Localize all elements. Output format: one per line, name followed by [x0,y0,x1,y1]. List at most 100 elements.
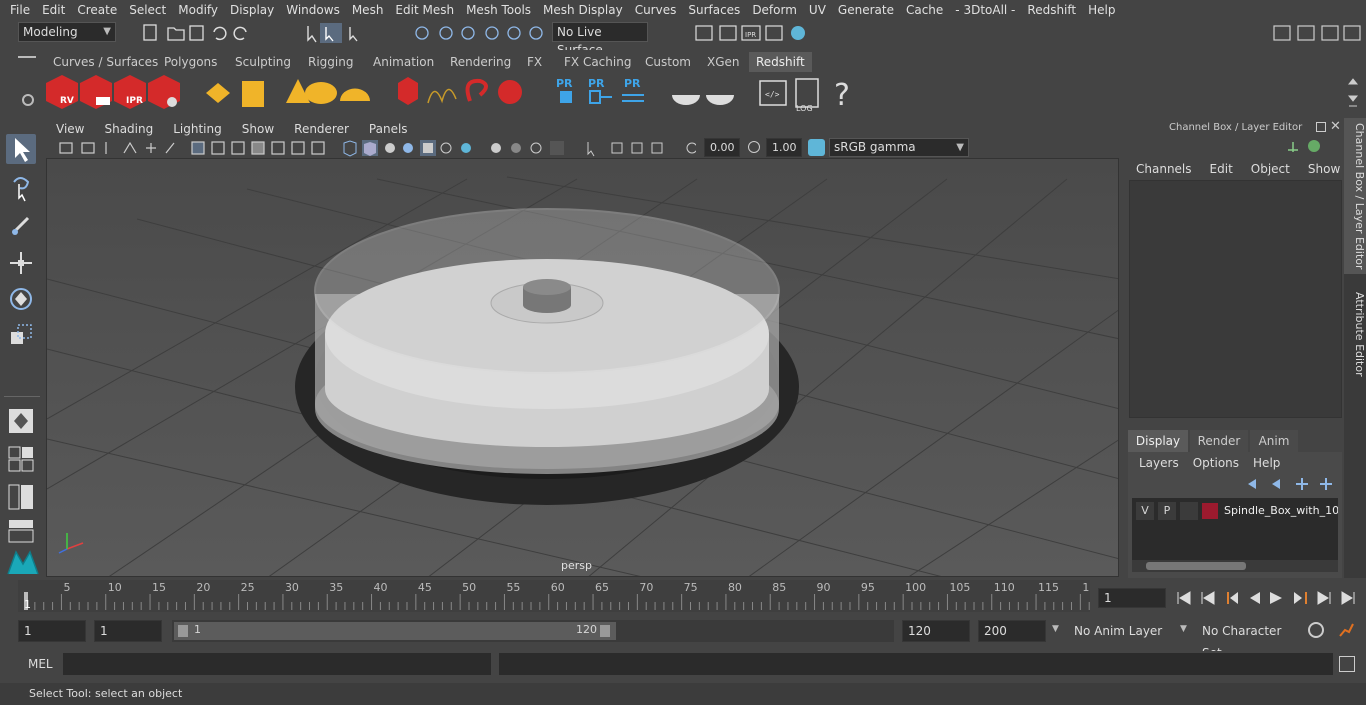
playback-start-field[interactable]: 1 [94,620,162,642]
range-slider-track[interactable]: 1 120 [172,620,894,642]
menu-mesh-tools[interactable]: Mesh Tools [460,3,537,17]
viewport-menu-shading[interactable]: Shading [94,122,163,136]
menu-select[interactable]: Select [123,3,172,17]
menu-options[interactable]: Options [1193,456,1239,470]
menu-mesh-display[interactable]: Mesh Display [537,3,629,17]
preferences-runner-icon[interactable] [1336,620,1356,640]
viewport-menu-renderer[interactable]: Renderer [284,122,359,136]
menu-show[interactable]: Show [1308,162,1340,176]
range-handle-right-grip[interactable] [600,625,610,637]
tab-attribute-editor[interactable]: Attribute Editor [1344,284,1366,384]
mode-selector[interactable]: Modeling ▼ [18,22,116,42]
scrollbar-thumb[interactable] [1146,562,1246,570]
menu-edit-mesh[interactable]: Edit Mesh [389,3,460,17]
tab-sculpting[interactable]: Sculpting [228,52,298,72]
menu-layer-help[interactable]: Help [1253,456,1280,470]
shelf-menu-icon[interactable] [18,56,36,58]
tab-channel-box-layer-editor[interactable]: Channel Box / Layer Editor [1344,118,1366,274]
single-perspective-layout-button[interactable] [6,406,36,436]
shelf-settings-gear-icon[interactable] [18,78,38,114]
menu-curves[interactable]: Curves [629,3,683,17]
axis-lock-icon[interactable] [1286,140,1300,154]
range-handle-left-grip[interactable] [178,625,188,637]
current-frame-field[interactable]: 1 [1098,588,1166,608]
color-space-selector[interactable]: sRGB gamma ▼ [829,138,969,157]
script-language-toggle[interactable]: MEL [28,657,53,671]
menu-3dtoall[interactable]: - 3DtoAll - [949,3,1021,17]
layer-horizontal-scrollbar[interactable] [1132,560,1338,572]
tab-xgen[interactable]: XGen [700,52,747,72]
command-input[interactable] [63,653,491,675]
layer-color-swatch[interactable] [1202,503,1218,519]
layer-name[interactable]: Spindle_Box_with_10_I [1224,502,1338,520]
menu-channels[interactable]: Channels [1136,162,1192,176]
viewport-toolbar-icons[interactable] [56,139,696,157]
menu-object[interactable]: Object [1251,162,1290,176]
viewport-menu-lighting[interactable]: Lighting [163,122,232,136]
chevron-down-icon[interactable]: ▼ [1180,624,1187,634]
menu-cache[interactable]: Cache [900,3,949,17]
menu-file[interactable]: File [4,3,36,17]
tab-rendering[interactable]: Rendering [443,52,518,72]
menu-generate[interactable]: Generate [832,3,900,17]
tab-fx[interactable]: FX [520,52,549,72]
tab-polygons[interactable]: Polygons [157,52,224,72]
rotate-tool-button[interactable] [6,284,36,314]
layer-type-toggle[interactable] [1180,502,1198,520]
time-slider-ruler[interactable]: 5 10 15 20 25 30 35 40 45 50 55 60 65 70 75 80 85 90 95 100… [18,580,1096,612]
viewport-menu-panels[interactable]: Panels [359,122,418,136]
float-panel-icon[interactable] [1316,122,1326,132]
menu-channel-edit[interactable]: Edit [1210,162,1233,176]
menu-create[interactable]: Create [71,3,123,17]
gamma-field[interactable]: 1.00 [766,138,802,157]
menu-help[interactable]: Help [1082,3,1121,17]
graph-layout-button[interactable] [6,516,36,546]
viewport-menu-show[interactable]: Show [232,122,284,136]
channel-list-area[interactable] [1129,180,1342,418]
shelf-scroll-arrows[interactable] [1346,76,1360,112]
live-surface-field[interactable]: No Live Surface [552,22,648,57]
tab-rigging[interactable]: Rigging [301,52,360,72]
menu-windows[interactable]: Windows [280,3,346,17]
exposure-field[interactable]: 0.00 [704,138,740,157]
animation-end-field[interactable]: 200 [978,620,1046,642]
perspective-viewport[interactable]: persp [46,158,1119,577]
tab-redshift[interactable]: Redshift [749,52,812,72]
menu-redshift[interactable]: Redshift [1021,3,1082,17]
viewport-menu-view[interactable]: View [46,122,94,136]
four-view-layout-button[interactable] [6,444,36,474]
tab-fx-caching[interactable]: FX Caching [557,52,638,72]
menu-mesh[interactable]: Mesh [346,3,390,17]
layer-playback-toggle[interactable]: P [1158,502,1176,520]
file-toolbar-icons[interactable] [140,22,410,44]
chevron-down-icon[interactable]: ▼ [1052,624,1059,634]
playback-end-field[interactable]: 120 [902,620,970,642]
menu-deform[interactable]: Deform [746,3,803,17]
select-tool-button[interactable] [6,134,36,164]
anim-layer-selector[interactable]: No Anim Layer [1068,620,1170,642]
render-toolbar-icons[interactable]: IPR [690,22,820,44]
maya-logo-button[interactable] [6,546,39,576]
workspace-icons[interactable] [1270,22,1364,44]
tab-custom[interactable]: Custom [638,52,698,72]
move-tool-button[interactable] [6,248,36,278]
layer-action-icons[interactable] [1244,476,1340,492]
tab-curves-surfaces[interactable]: Curves / Surfaces [46,52,165,72]
layer-tab-anim[interactable]: Anim [1250,430,1298,452]
layer-tab-display[interactable]: Display [1128,430,1188,452]
menu-modify[interactable]: Modify [172,3,224,17]
character-set-selector[interactable]: No Character Set [1196,620,1298,660]
script-editor-icon[interactable] [1339,656,1355,672]
menu-display[interactable]: Display [224,3,280,17]
color-management-icon[interactable] [808,139,825,156]
viewport-scene[interactable]: persp [47,159,1119,577]
layer-tab-render[interactable]: Render [1190,430,1248,452]
menu-layers[interactable]: Layers [1139,456,1179,470]
tab-animation[interactable]: Animation [366,52,441,72]
time-slider[interactable]: 5 10 15 20 25 30 35 40 45 50 55 60 65 70 75 80 85 90 95 100… [18,580,1096,612]
layer-visibility-toggle[interactable]: V [1136,502,1154,520]
layer-row[interactable]: V P Spindle_Box_with_10_I [1136,502,1340,520]
auto-key-icon[interactable] [1308,622,1324,638]
close-icon[interactable]: ✕ [1330,119,1341,134]
menu-uv[interactable]: UV [803,3,832,17]
